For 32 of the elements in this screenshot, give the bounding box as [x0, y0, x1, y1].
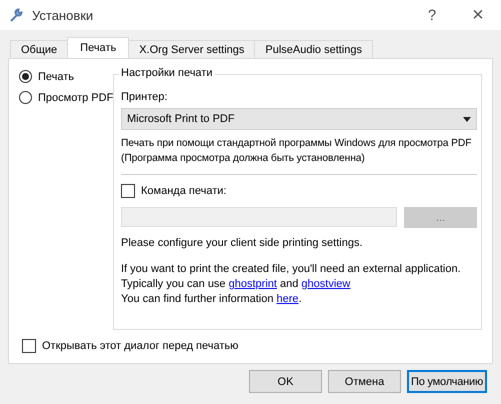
tab[interactable]: X.Org Server settings — [128, 40, 256, 58]
radio-label: Просмотр PDF — [38, 92, 114, 104]
help-button[interactable]: ? — [419, 6, 445, 24]
tab[interactable]: Печать — [67, 37, 130, 58]
checkbox-label: Открывать этот диалог перед печатью — [42, 340, 238, 352]
dialog-button[interactable]: OK — [249, 370, 322, 393]
tab[interactable]: Общие — [10, 40, 68, 58]
radio-button[interactable] — [19, 70, 32, 83]
radio-button[interactable] — [19, 91, 32, 104]
dialog-button[interactable]: Отмена — [328, 370, 401, 393]
radio-label: Печать — [38, 70, 74, 82]
info-text: If you want to print the created file, you'll need an external application. — [121, 262, 462, 277]
field-label: Принтер: — [121, 91, 168, 103]
link[interactable]: ghostprint — [228, 278, 277, 290]
group-title: Настройки печати — [119, 67, 214, 79]
checkbox-label: Команда печати: — [141, 185, 226, 197]
description-text: Печать при помощи стандартной программы Windows для просмотра PDF — [121, 137, 472, 151]
close-button[interactable]: × — [465, 4, 491, 26]
link[interactable]: ghostview — [301, 278, 350, 290]
caret-icon — [463, 116, 471, 122]
tab[interactable]: PulseAudio settings — [254, 40, 373, 58]
printer-dropdown[interactable]: Microsoft Print to PDF — [121, 108, 477, 130]
description-text: (Программа просмотра должна быть установленна) — [121, 152, 366, 166]
info-text: Typically you can use ghostprint and ghostview — [121, 277, 352, 292]
checkbox[interactable] — [22, 339, 36, 353]
info-text: You can find further information here. — [121, 292, 303, 307]
link[interactable]: here — [276, 293, 299, 305]
checkbox[interactable] — [121, 184, 135, 198]
window-title: Установки — [32, 8, 94, 22]
note-text: Please configure your client side printing settings. — [121, 237, 364, 249]
wrench-icon — [8, 7, 24, 23]
dialog-button[interactable]: По умолчанию — [407, 370, 487, 393]
